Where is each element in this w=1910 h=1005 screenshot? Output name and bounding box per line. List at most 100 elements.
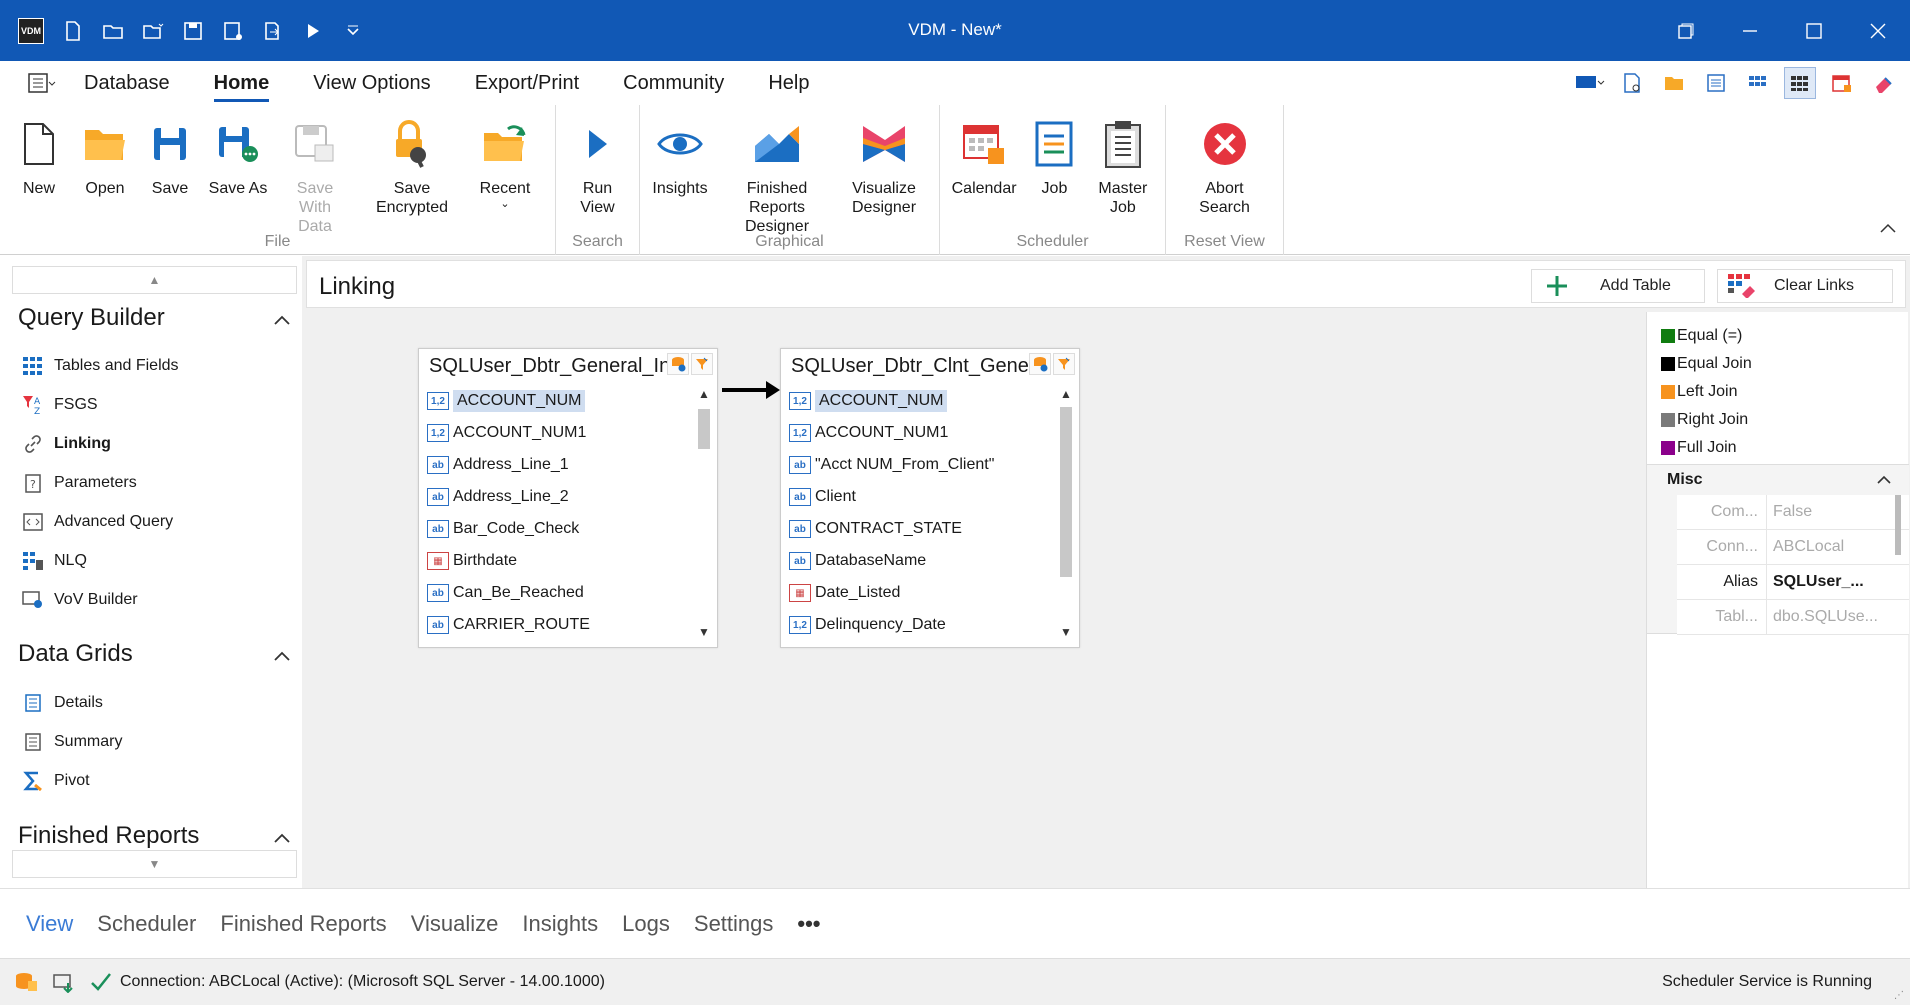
field-row[interactable]: 1,2 ACCOUNT_NUM [425, 385, 693, 417]
qa-save-as-icon[interactable] [222, 20, 244, 42]
property-scroll-thumb[interactable] [1895, 495, 1901, 555]
chevron-up-icon[interactable] [274, 304, 290, 332]
nav-item-nlq[interactable]: NLQ [22, 549, 87, 573]
qa-customize-icon[interactable] [342, 20, 364, 42]
scroll-up-icon[interactable]: ▲ [1057, 385, 1075, 403]
field-row[interactable]: ab Bar_Code_Check [425, 513, 693, 545]
property-section-header[interactable]: Misc [1647, 465, 1909, 495]
database-icon[interactable] [14, 971, 38, 993]
field-row[interactable]: 1,2 ACCOUNT_NUM [787, 385, 1055, 417]
tab-settings[interactable]: Settings [682, 911, 786, 937]
grid-view-icon[interactable] [1742, 67, 1774, 99]
connection-manager-icon[interactable] [52, 971, 76, 993]
qa-run-icon[interactable] [302, 20, 324, 42]
table-scrollbar[interactable]: ▲ ▼ [1057, 385, 1075, 641]
tab-logs[interactable]: Logs [610, 911, 682, 937]
menu-tab-database[interactable]: Database [62, 61, 192, 105]
property-row[interactable]: Tabl... dbo.SQLUse... [1677, 600, 1909, 635]
menu-tab-help[interactable]: Help [746, 61, 831, 105]
property-row[interactable]: Alias SQLUser_... [1677, 565, 1909, 600]
close-icon[interactable] [1846, 0, 1910, 61]
table-card[interactable]: SQLUser_Dbtr_General_In 1,2 ACCOUNT_NUM 1… [418, 348, 718, 648]
field-row[interactable]: 1,2 Delinquency_Date [787, 609, 1055, 641]
field-row[interactable]: ab Address_Line_2 [425, 481, 693, 513]
more-tabs-button[interactable]: ••• [785, 911, 832, 937]
folder-icon[interactable] [1658, 67, 1690, 99]
chevron-up-icon[interactable] [274, 640, 290, 668]
maximize-icon[interactable] [1782, 0, 1846, 61]
section-finished-reports[interactable]: Finished Reports [18, 822, 298, 850]
tab-scheduler[interactable]: Scheduler [85, 911, 208, 937]
code-icon [22, 511, 44, 533]
property-row[interactable]: Conn... ABCLocal [1677, 530, 1909, 565]
field-row[interactable]: ab Address_Line_1 [425, 449, 693, 481]
section-query-builder[interactable]: Query Builder [18, 304, 298, 332]
field-row[interactable]: ab Client [787, 481, 1055, 513]
field-row[interactable]: 1,2 ACCOUNT_NUM1 [787, 417, 1055, 449]
collapse-ribbon-icon[interactable] [1880, 220, 1896, 238]
table-settings-icon[interactable] [1029, 353, 1051, 375]
property-row[interactable]: Com... False [1677, 495, 1909, 530]
qa-export-icon[interactable] [262, 20, 284, 42]
tab-finished-reports[interactable]: Finished Reports [208, 911, 398, 937]
scroll-down-button[interactable]: ▼ [12, 850, 297, 878]
nav-item-summary[interactable]: Summary [22, 730, 122, 754]
menu-tab-community[interactable]: Community [601, 61, 746, 105]
nav-item-tables-and-fields[interactable]: Tables and Fields [22, 354, 179, 378]
qa-open-icon[interactable] [102, 20, 124, 42]
eraser-icon[interactable] [1868, 67, 1900, 99]
table-filter-icon[interactable] [691, 353, 713, 375]
table-filter-icon[interactable] [1053, 353, 1075, 375]
table-settings-icon[interactable] [667, 353, 689, 375]
tab-insights[interactable]: Insights [510, 911, 610, 937]
field-row[interactable]: ab CARRIER_ROUTE [425, 609, 693, 641]
scroll-down-icon[interactable]: ▼ [1057, 623, 1075, 641]
menu-tab-home[interactable]: Home [192, 61, 292, 105]
nav-item-parameters[interactable]: ? Parameters [22, 471, 137, 495]
calendar-view-icon[interactable] [1826, 67, 1858, 99]
field-row[interactable]: ab "Acct NUM_From_Client" [787, 449, 1055, 481]
clear-links-button[interactable]: Clear Links [1717, 269, 1893, 303]
field-row[interactable]: ab DatabaseName [787, 545, 1055, 577]
svg-text:?: ? [30, 478, 36, 491]
nav-item-details[interactable]: Details [22, 691, 103, 715]
link-canvas[interactable]: SQLUser_Dbtr_General_In 1,2 ACCOUNT_NUM 1… [306, 312, 1646, 884]
scroll-thumb[interactable] [698, 409, 710, 449]
menu-tab-view-options[interactable]: View Options [291, 61, 452, 105]
field-row[interactable]: ab CONTRACT_STATE [787, 513, 1055, 545]
field-row[interactable]: ab Can_Be_Reached [425, 577, 693, 609]
nav-item-fsgs[interactable]: AZ FSGS [22, 393, 98, 417]
theme-color-icon[interactable] [1574, 67, 1606, 99]
chevron-up-icon[interactable] [1877, 471, 1891, 489]
nav-item-vov-builder[interactable]: VoV Builder [22, 588, 138, 612]
add-table-button[interactable]: Add Table [1531, 269, 1705, 303]
table-card[interactable]: SQLUser_Dbtr_Clnt_Gener 1,2 ACCOUNT_NUM 1… [780, 348, 1080, 648]
field-row[interactable]: 1,2 ACCOUNT_NUM1 [425, 417, 693, 449]
table-scrollbar[interactable]: ▲ ▼ [695, 385, 713, 641]
field-row[interactable]: ▦ Date_Listed [787, 577, 1055, 609]
section-data-grids[interactable]: Data Grids [18, 640, 298, 668]
qa-new-icon[interactable] [62, 20, 84, 42]
app-menu-icon[interactable] [22, 68, 62, 98]
join-link-arrow[interactable] [718, 378, 784, 402]
document-settings-icon[interactable] [1616, 67, 1648, 99]
restore-down-icon[interactable] [1654, 0, 1718, 61]
scroll-down-icon[interactable]: ▼ [695, 623, 713, 641]
nav-item-linking[interactable]: Linking [22, 432, 111, 456]
nav-item-advanced-query[interactable]: Advanced Query [22, 510, 173, 534]
scroll-up-button[interactable]: ▲ [12, 266, 297, 294]
minimize-icon[interactable] [1718, 0, 1782, 61]
menu-tab-export-print[interactable]: Export/Print [453, 61, 601, 105]
tab-visualize[interactable]: Visualize [399, 911, 511, 937]
nav-item-pivot[interactable]: Pivot [22, 769, 90, 793]
scroll-up-icon[interactable]: ▲ [695, 385, 713, 403]
list-view-icon[interactable] [1700, 67, 1732, 99]
chevron-up-icon[interactable] [274, 822, 290, 850]
qa-save-icon[interactable] [182, 20, 204, 42]
qa-open-dropdown-icon[interactable] [142, 20, 164, 42]
scroll-thumb[interactable] [1060, 407, 1072, 577]
resize-grip-icon[interactable]: ⋰ [1894, 990, 1904, 1001]
tab-view[interactable]: View [14, 911, 85, 937]
tile-view-icon[interactable] [1784, 67, 1816, 99]
field-row[interactable]: ▦ Birthdate [425, 545, 693, 577]
